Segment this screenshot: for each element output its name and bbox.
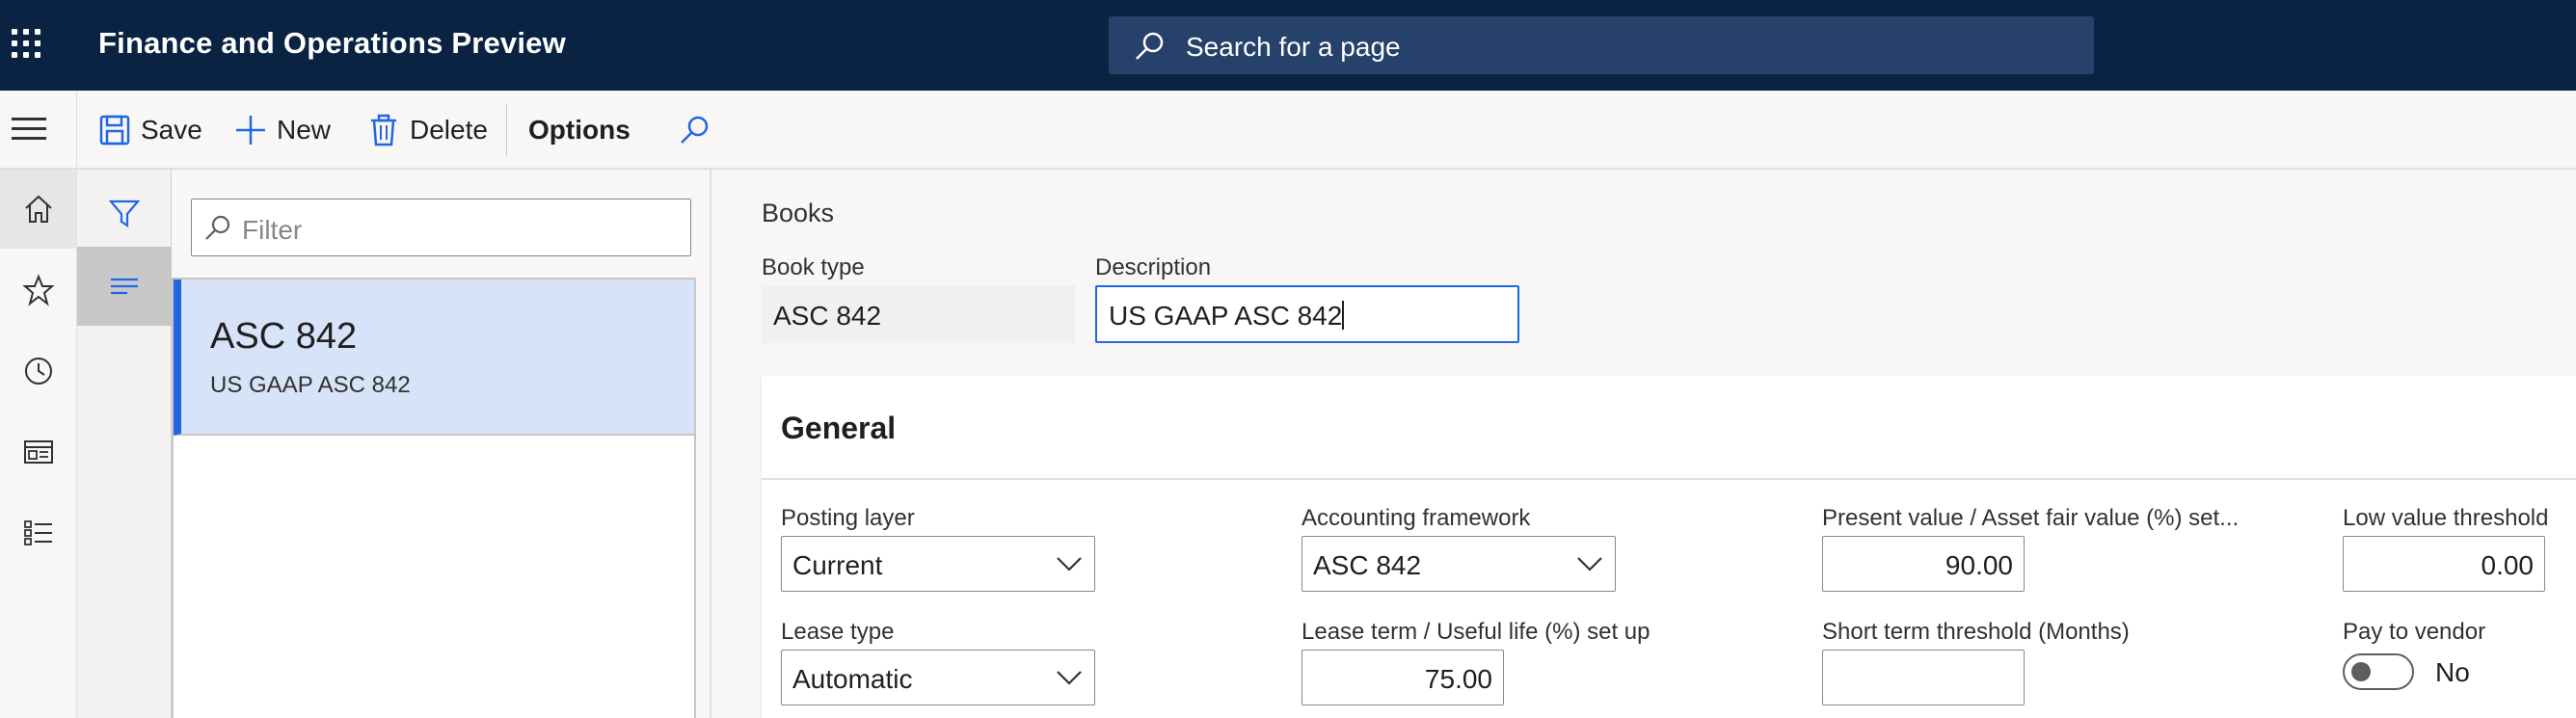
plus-icon [236, 116, 265, 145]
lease-term-input[interactable]: 75.00 [1301, 650, 1504, 705]
description-field[interactable]: US GAAP ASC 842 [1095, 285, 1519, 343]
lease-term-label: Lease term / Useful life (%) set up [1301, 619, 1650, 645]
posting-layer-value: Current [792, 550, 883, 580]
lease-type-label: Lease type [781, 619, 895, 645]
description-value: US GAAP ASC 842 [1109, 301, 1343, 331]
book-type-field: ASC 842 [762, 285, 1075, 343]
top-nav-bar: Finance and Operations Preview Search fo… [0, 0, 2576, 91]
lines-icon [111, 278, 138, 295]
low-value-threshold-value: 0.00 [2481, 550, 2535, 580]
present-value-input[interactable]: 90.00 [1822, 536, 2025, 592]
filter-input[interactable]: Filter [191, 199, 691, 256]
modules-button[interactable] [0, 493, 76, 572]
low-value-threshold-label: Low value threshold [2343, 505, 2549, 531]
filter-icon [108, 199, 141, 228]
list-view-button[interactable] [77, 247, 172, 326]
list-icon [23, 520, 52, 545]
save-icon [99, 115, 130, 146]
search-icon [1136, 32, 1164, 60]
workspace-icon [23, 440, 53, 464]
divider [76, 91, 77, 170]
home-icon [24, 195, 52, 223]
app-title: Finance and Operations Preview [98, 26, 566, 60]
low-value-threshold-input[interactable]: 0.00 [2343, 536, 2545, 592]
lease-type-select[interactable]: Automatic [781, 650, 1095, 705]
navigation-rail [0, 170, 77, 718]
app-launcher-icon[interactable] [12, 29, 46, 64]
page-search-box[interactable]: Search for a page [1109, 16, 2094, 74]
save-label: Save [141, 115, 202, 145]
favorites-button[interactable] [0, 251, 76, 330]
new-button[interactable]: New [234, 106, 331, 154]
general-header[interactable]: General [781, 411, 896, 446]
divider [762, 478, 2576, 480]
delete-label: Delete [410, 115, 488, 145]
general-fasttab: General Posting layer Current Accounting… [762, 376, 2576, 718]
workspaces-button[interactable] [0, 412, 76, 492]
action-search-button[interactable] [679, 106, 711, 154]
book-type-label: Book type [762, 254, 865, 280]
new-label: New [277, 115, 332, 145]
posting-layer-select[interactable]: Current [781, 536, 1095, 592]
chevron-down-icon [1577, 557, 1602, 572]
list-item[interactable]: ASC 842 US GAAP ASC 842 [174, 279, 694, 436]
trash-icon [371, 114, 396, 146]
book-type-value: ASC 842 [773, 301, 882, 331]
pay-to-vendor-state: No [2435, 657, 2470, 687]
pay-to-vendor-label: Pay to vendor [2343, 619, 2486, 645]
options-label: Options [528, 115, 631, 145]
toggle-knob [2351, 662, 2371, 681]
details-pane: Books Book type ASC 842 Description US G… [713, 170, 2576, 718]
record-list: ASC 842 US GAAP ASC 842 [172, 278, 696, 718]
lease-term-value: 75.00 [1424, 664, 1492, 694]
hamburger-icon[interactable] [12, 118, 46, 143]
record-list-pane: Filter ASC 842 US GAAP ASC 842 [172, 170, 711, 718]
search-icon [681, 116, 709, 144]
action-pane: Save New Delete Options [0, 91, 2576, 170]
description-label: Description [1095, 254, 1212, 280]
posting-layer-label: Posting layer [781, 505, 915, 531]
search-icon [205, 215, 230, 240]
search-placeholder: Search for a page [1186, 32, 1401, 62]
save-button[interactable]: Save [98, 106, 202, 154]
chevron-down-icon [1057, 557, 1082, 572]
short-term-threshold-label: Short term threshold (Months) [1822, 619, 2130, 645]
list-item-title: ASC 842 [210, 316, 358, 357]
filter-toggle-button[interactable] [77, 189, 172, 237]
star-icon [21, 274, 55, 306]
filter-placeholder: Filter [242, 215, 303, 245]
present-value-label: Present value / Asset fair value (%) set… [1822, 505, 2240, 531]
accounting-framework-value: ASC 842 [1313, 550, 1422, 580]
home-button[interactable] [0, 170, 76, 249]
list-item-subtitle: US GAAP ASC 842 [210, 372, 411, 398]
options-button[interactable]: Options [528, 106, 631, 154]
delete-button[interactable]: Delete [367, 106, 488, 154]
text-caret [1342, 301, 1345, 330]
divider [506, 104, 507, 156]
accounting-framework-select[interactable]: ASC 842 [1301, 536, 1616, 592]
list-toolbar [77, 170, 172, 718]
present-value-value: 90.00 [1945, 550, 2013, 580]
recent-button[interactable] [0, 332, 76, 411]
pay-to-vendor-toggle[interactable] [2343, 653, 2414, 690]
section-title: Books [762, 199, 835, 227]
lease-type-value: Automatic [792, 664, 913, 694]
accounting-framework-label: Accounting framework [1301, 505, 1531, 531]
short-term-threshold-input[interactable] [1822, 650, 2025, 705]
clock-icon [24, 358, 52, 385]
chevron-down-icon [1057, 671, 1082, 685]
